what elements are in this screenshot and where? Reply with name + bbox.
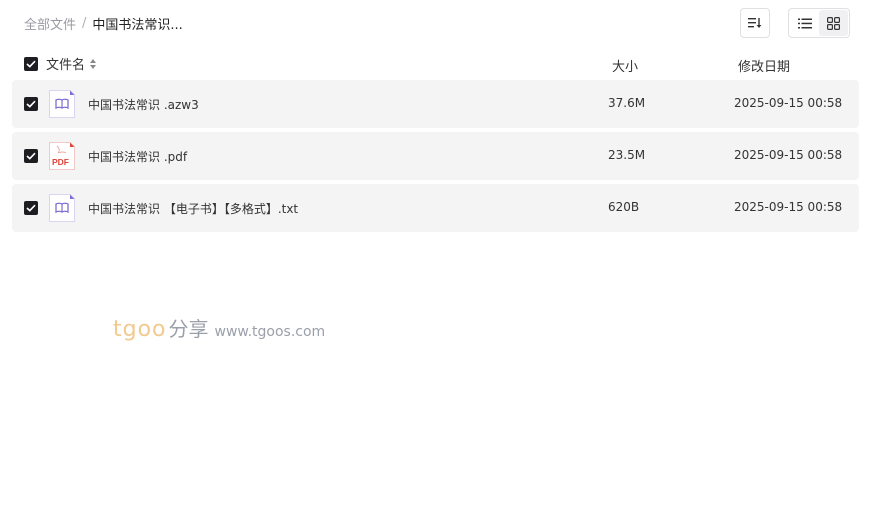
file-list: 中国书法常识 .azw3 37.6M 2025-09-15 00:58 PDF …: [12, 80, 859, 236]
ebook-icon: [49, 90, 75, 118]
list-view-button[interactable]: [790, 10, 819, 36]
file-date: 2025-09-15 00:58: [734, 148, 843, 162]
grid-icon: [827, 16, 840, 30]
date-column-label: 修改日期: [738, 60, 791, 75]
view-mode-toggle: [788, 8, 850, 38]
file-list-header: 文件名 大小 修改日期: [24, 54, 850, 75]
pdf-icon-label: PDF: [52, 157, 69, 167]
row-checkbox[interactable]: [24, 97, 38, 111]
breadcrumb-current-folder: 中国书法常识...: [92, 18, 183, 33]
check-icon: [26, 204, 36, 212]
row-checkbox[interactable]: [24, 201, 38, 215]
file-name[interactable]: 中国书法常识 .pdf: [88, 148, 187, 165]
sort-toggle-icon[interactable]: [89, 58, 97, 70]
name-column-header: 文件名: [24, 54, 97, 73]
watermark: tgoo 分享 www.tgoos.com: [113, 313, 325, 342]
name-column-label[interactable]: 文件名: [46, 54, 85, 73]
row-checkbox[interactable]: [24, 149, 38, 163]
watermark-share: 分享: [168, 317, 209, 341]
view-toolbar: [740, 8, 850, 38]
grid-view-button[interactable]: [819, 10, 848, 36]
select-all-checkbox[interactable]: [24, 56, 38, 71]
file-size: 23.5M: [608, 148, 646, 162]
pdf-icon: PDF: [49, 142, 75, 170]
file-browser: 全部文件 / 中国书法常识... 文件名 大小 修改日期 中国书法常识 .azw…: [0, 0, 874, 514]
file-name[interactable]: 中国书法常识 【电子书】【多格式】.txt: [88, 200, 298, 217]
size-column-label: 大小: [612, 60, 639, 75]
file-size: 620B: [608, 200, 640, 214]
file-date: 2025-09-15 00:58: [734, 96, 843, 110]
file-row[interactable]: PDF 中国书法常识 .pdf 23.5M 2025-09-15 00:58: [12, 132, 859, 180]
watermark-url: www.tgoos.com: [214, 324, 326, 340]
file-row[interactable]: 中国书法常识 .azw3 37.6M 2025-09-15 00:58: [12, 80, 859, 128]
sort-button[interactable]: [740, 8, 770, 38]
ebook-icon: [49, 194, 75, 222]
file-name[interactable]: 中国书法常识 .azw3: [88, 96, 199, 113]
breadcrumb: 全部文件 / 中国书法常识...: [24, 14, 183, 33]
check-icon: [26, 152, 36, 160]
check-icon: [26, 100, 36, 108]
file-size: 37.6M: [608, 96, 646, 110]
watermark-brand: tgoo: [113, 317, 167, 342]
sort-icon: [748, 18, 762, 28]
check-icon: [26, 60, 36, 68]
list-icon: [797, 18, 812, 28]
breadcrumb-root-link[interactable]: 全部文件: [24, 14, 76, 33]
file-row[interactable]: 中国书法常识 【电子书】【多格式】.txt 620B 2025-09-15 00…: [12, 184, 859, 232]
breadcrumb-separator: /: [82, 16, 87, 31]
file-date: 2025-09-15 00:58: [734, 200, 843, 214]
